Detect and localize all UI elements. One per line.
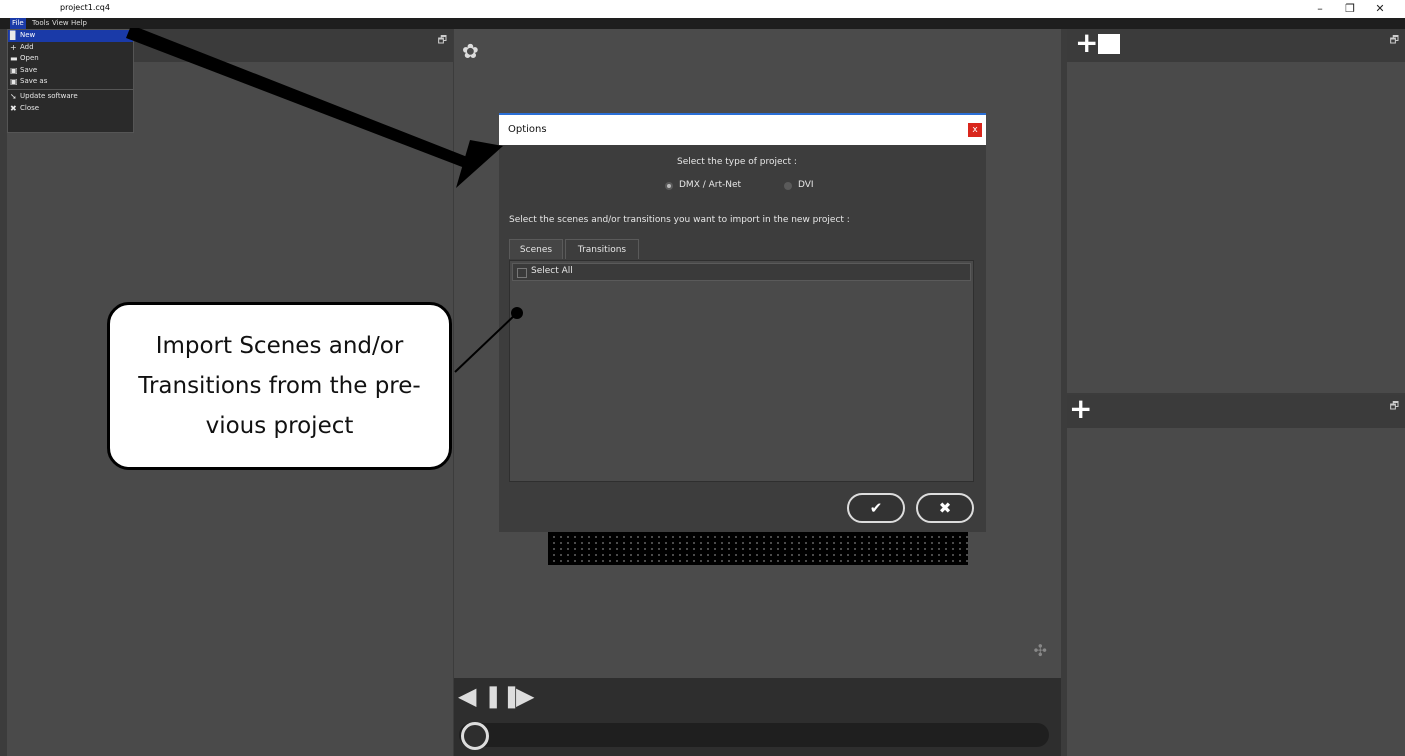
callout-pointer-dot	[511, 307, 523, 319]
arrow-head	[456, 140, 503, 188]
annotation-overlay	[126, 28, 523, 373]
callout-pointer-line	[454, 312, 518, 373]
arrow-shaft	[126, 28, 475, 170]
